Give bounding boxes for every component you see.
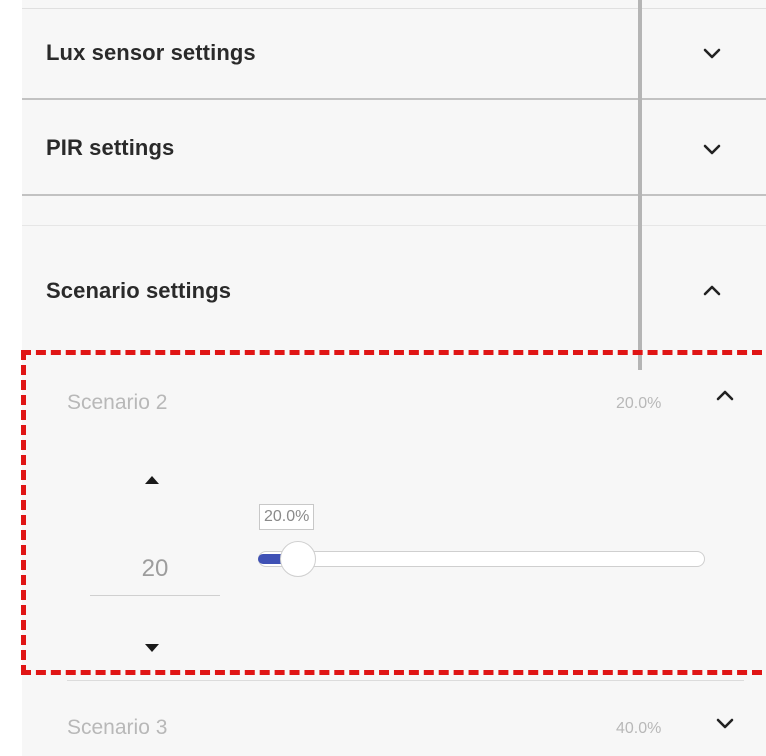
scenario-2-label[interactable]: Scenario 2 xyxy=(67,391,167,415)
scenario-2-slider-track[interactable] xyxy=(258,551,705,567)
chevron-down-icon[interactable] xyxy=(700,138,724,162)
slider-value-tooltip: 20.0% xyxy=(259,504,315,530)
scenario-2-stepper-value[interactable]: 20 xyxy=(90,555,220,583)
scenario-2-value: 20.0% xyxy=(616,395,662,412)
chevron-down-icon[interactable] xyxy=(700,42,724,66)
pir-settings-title: PIR settings xyxy=(46,135,175,160)
scenario-3-value: 40.0% xyxy=(616,720,662,737)
scenario-settings-title: Scenario settings xyxy=(46,278,232,303)
triangle-down-icon[interactable] xyxy=(140,640,164,656)
overlay-vertical-line xyxy=(638,0,642,370)
scenario-2-slider-thumb[interactable] xyxy=(280,541,316,577)
section-divider xyxy=(22,194,766,196)
chevron-up-icon[interactable] xyxy=(700,278,724,302)
triangle-up-icon[interactable] xyxy=(140,472,164,488)
chevron-up-icon[interactable] xyxy=(713,384,737,408)
stepper-underline xyxy=(90,595,220,596)
scenario-divider xyxy=(67,680,744,681)
lux-sensor-settings-title: Lux sensor settings xyxy=(46,40,256,65)
left-gutter xyxy=(0,0,22,756)
chevron-down-icon[interactable] xyxy=(713,712,737,736)
scenario-3-label[interactable]: Scenario 3 xyxy=(67,716,167,740)
